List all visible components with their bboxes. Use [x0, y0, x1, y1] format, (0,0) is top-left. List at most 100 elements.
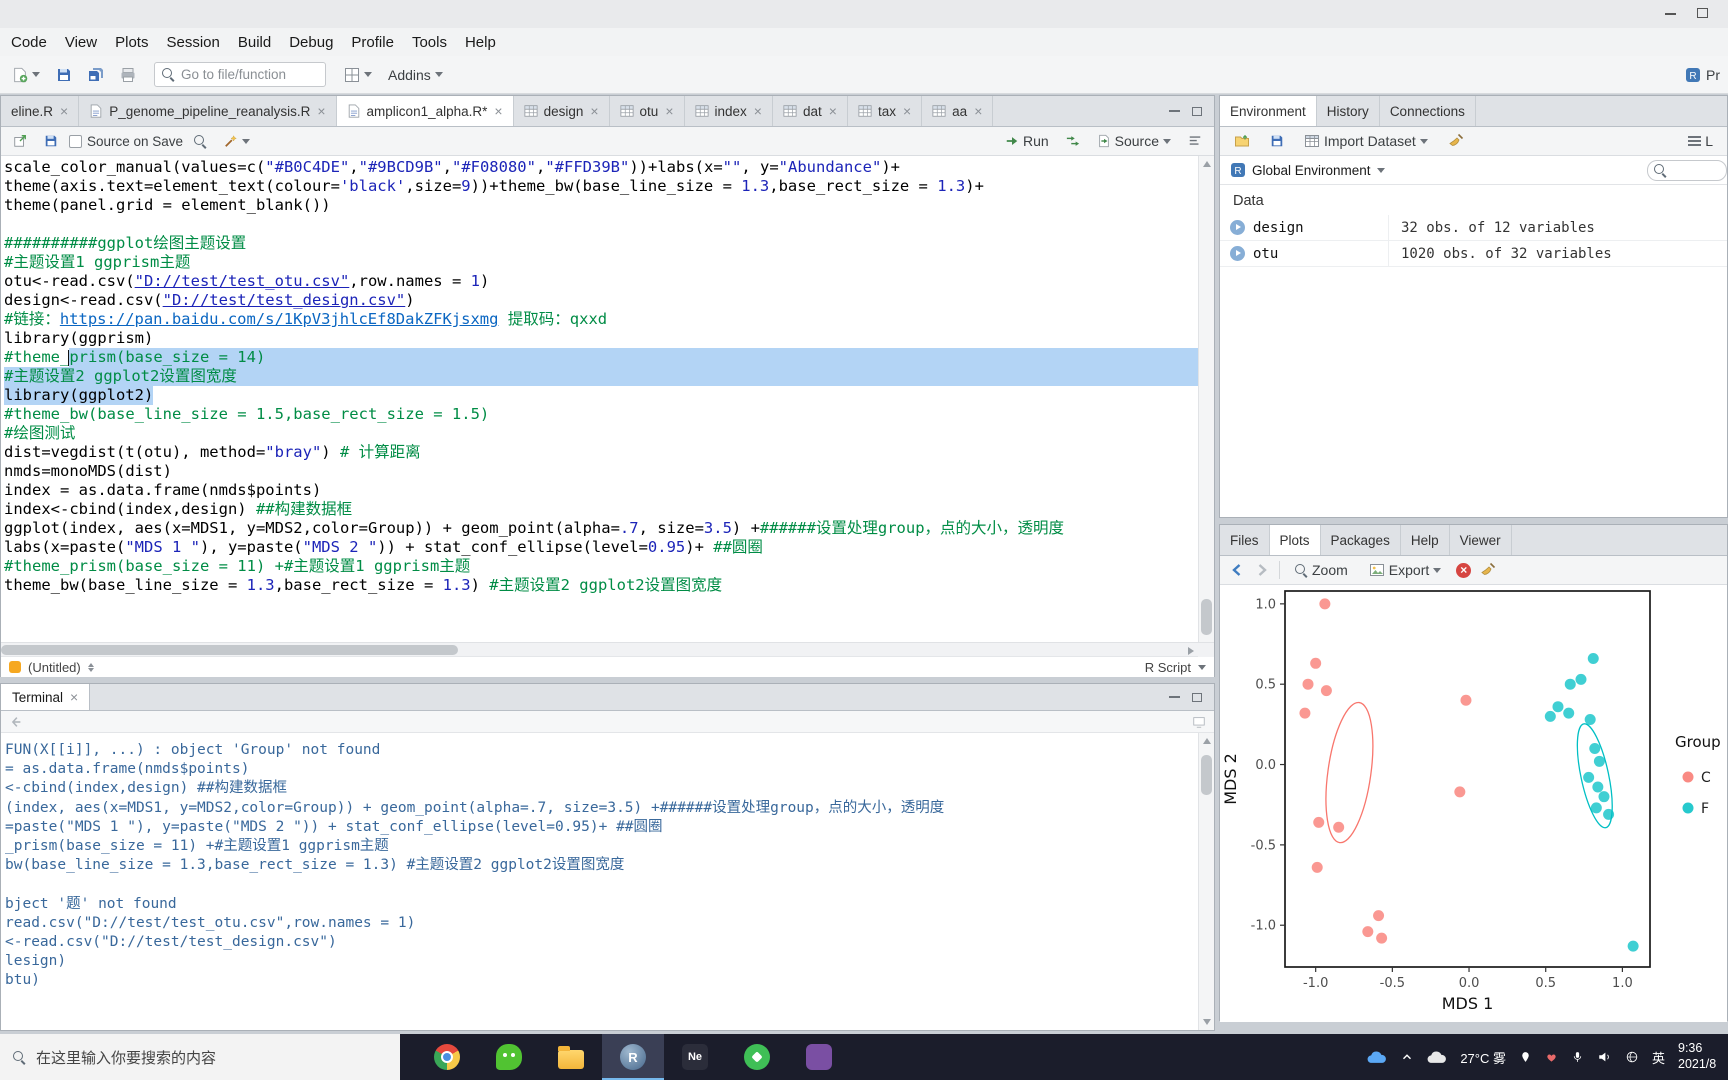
location-pin-icon[interactable]: [1519, 1050, 1532, 1064]
code-tools-button[interactable]: [218, 128, 256, 154]
back-arrow-icon[interactable]: [1229, 562, 1245, 578]
speaker-icon[interactable]: [1597, 1050, 1612, 1064]
taskbar-app-ne[interactable]: Ne: [664, 1034, 726, 1080]
environment-search-input[interactable]: [1647, 159, 1727, 181]
maximize-pane-icon[interactable]: [1192, 106, 1202, 116]
menu-session[interactable]: Session: [157, 30, 228, 55]
taskbar-clock[interactable]: 9:36 2021/8: [1678, 1041, 1728, 1072]
close-icon[interactable]: ×: [754, 103, 762, 119]
expand-icon[interactable]: [1230, 246, 1245, 261]
rerun-button[interactable]: [1060, 128, 1086, 154]
window-minimize-icon[interactable]: [1665, 13, 1676, 15]
terminal-back-icon[interactable]: [9, 715, 23, 729]
menu-profile[interactable]: Profile: [342, 30, 403, 55]
save-document-button[interactable]: [38, 128, 64, 154]
expand-icon[interactable]: [1230, 220, 1245, 235]
source-on-save-checkbox[interactable]: Source on Save: [69, 134, 183, 149]
scrollbar-thumb[interactable]: [1, 645, 458, 655]
scroll-up-icon[interactable]: [1203, 161, 1211, 167]
scroll-right-icon[interactable]: [1188, 647, 1194, 655]
menu-view[interactable]: View: [56, 30, 106, 55]
ime-language-indicator[interactable]: 英: [1652, 1048, 1665, 1067]
project-menu-button[interactable]: R Pr: [1685, 67, 1722, 83]
import-dataset-button[interactable]: Import Dataset: [1298, 128, 1434, 154]
close-icon[interactable]: ×: [974, 103, 982, 119]
forward-arrow-icon[interactable]: [1254, 562, 1270, 578]
menu-code[interactable]: Code: [2, 30, 56, 55]
env-row-otu[interactable]: otu 1020 obs. of 32 variables: [1220, 240, 1727, 267]
jump-to-icon[interactable]: [87, 662, 94, 672]
goto-file-function-box[interactable]: [154, 62, 326, 87]
document-outline-button[interactable]: [1182, 128, 1208, 154]
clear-plots-broom-icon[interactable]: [1480, 562, 1496, 578]
export-button[interactable]: Export: [1363, 557, 1447, 583]
find-replace-button[interactable]: [188, 128, 213, 154]
new-file-button[interactable]: [6, 62, 46, 88]
code-editor[interactable]: scale_color_manual(values=c("#B0C4DE", "#…: [1, 156, 1214, 642]
tab-viewer[interactable]: Viewer: [1450, 525, 1512, 555]
remove-plot-button[interactable]: ×: [1456, 562, 1472, 578]
editor-tab-aa[interactable]: aa ×: [922, 96, 994, 126]
editor-tab-otu[interactable]: otu ×: [610, 96, 685, 126]
scrollbar-thumb[interactable]: [1201, 599, 1212, 635]
close-icon[interactable]: ×: [70, 689, 78, 705]
tab-environment[interactable]: Environment: [1220, 96, 1317, 126]
terminal-screen-icon[interactable]: [1192, 715, 1206, 729]
editor-tab-eline-r[interactable]: eline.R ×: [1, 96, 80, 126]
minimize-pane-icon[interactable]: [1169, 110, 1180, 112]
microphone-icon[interactable]: [1571, 1050, 1584, 1064]
close-icon[interactable]: ×: [590, 103, 598, 119]
tab-plots[interactable]: Plots: [1269, 525, 1321, 555]
editor-vertical-scrollbar[interactable]: [1198, 156, 1214, 642]
document-name[interactable]: (Untitled): [28, 660, 81, 675]
terminal-output[interactable]: FUN(X[[i]], ...) : object 'Group' not fo…: [1, 733, 1214, 1030]
tab-history[interactable]: History: [1317, 96, 1380, 126]
tab-packages[interactable]: Packages: [1321, 525, 1401, 555]
run-button[interactable]: Run: [999, 128, 1055, 154]
window-maximize-icon[interactable]: [1697, 8, 1708, 18]
save-all-button[interactable]: [82, 62, 110, 88]
taskbar-app-wechat[interactable]: [478, 1034, 540, 1080]
print-button[interactable]: [114, 62, 142, 88]
pane-layout-button[interactable]: [338, 62, 378, 88]
editor-tab-tax[interactable]: tax ×: [848, 96, 923, 126]
tab-files[interactable]: Files: [1220, 525, 1270, 555]
health-heart-icon[interactable]: [1545, 1051, 1558, 1064]
load-workspace-button[interactable]: [1228, 128, 1256, 154]
editor-tab-dat[interactable]: dat ×: [773, 96, 848, 126]
editor-horizontal-scrollbar[interactable]: [1, 642, 1214, 657]
tab-terminal[interactable]: Terminal ×: [1, 684, 91, 710]
menu-debug[interactable]: Debug: [280, 30, 342, 55]
open-in-new-window-button[interactable]: [7, 128, 33, 154]
taskbar-app-chrome[interactable]: [416, 1034, 478, 1080]
clear-environment-button[interactable]: [1442, 128, 1470, 154]
menu-build[interactable]: Build: [229, 30, 280, 55]
weather-cloud-icon[interactable]: [1427, 1051, 1447, 1064]
env-row-design[interactable]: design 32 obs. of 12 variables: [1220, 214, 1727, 241]
editor-tab-amplicon1-alpha-r-[interactable]: amplicon1_alpha.R* ×: [336, 96, 514, 126]
close-icon[interactable]: ×: [829, 103, 837, 119]
goto-file-function-input[interactable]: [181, 67, 311, 82]
scroll-up-icon[interactable]: [1203, 738, 1211, 744]
document-type[interactable]: R Script: [1145, 660, 1191, 675]
zoom-button[interactable]: Zoom: [1289, 557, 1354, 583]
scroll-down-icon[interactable]: [1203, 1019, 1211, 1025]
environment-scope-label[interactable]: Global Environment: [1252, 163, 1371, 178]
close-icon[interactable]: ×: [60, 103, 68, 119]
menu-help[interactable]: Help: [456, 30, 505, 55]
close-icon[interactable]: ×: [903, 103, 911, 119]
tab-help[interactable]: Help: [1401, 525, 1450, 555]
taskbar-search-box[interactable]: 在这里输入你要搜索的内容: [0, 1034, 400, 1080]
tray-expand-chevron-icon[interactable]: [1400, 1050, 1414, 1064]
close-icon[interactable]: ×: [317, 103, 325, 119]
menu-tools[interactable]: Tools: [403, 30, 456, 55]
editor-tab-design[interactable]: design ×: [514, 96, 610, 126]
network-icon[interactable]: [1625, 1050, 1639, 1064]
weather-text[interactable]: 27°C 雾: [1460, 1048, 1506, 1067]
taskbar-app-greenapp[interactable]: [726, 1034, 788, 1080]
terminal-vertical-scrollbar[interactable]: [1198, 733, 1214, 1030]
save-workspace-button[interactable]: [1264, 128, 1290, 154]
addins-button[interactable]: Addins: [382, 62, 449, 88]
minimize-pane-icon[interactable]: [1169, 696, 1180, 698]
taskbar-app-explorer[interactable]: [540, 1034, 602, 1080]
